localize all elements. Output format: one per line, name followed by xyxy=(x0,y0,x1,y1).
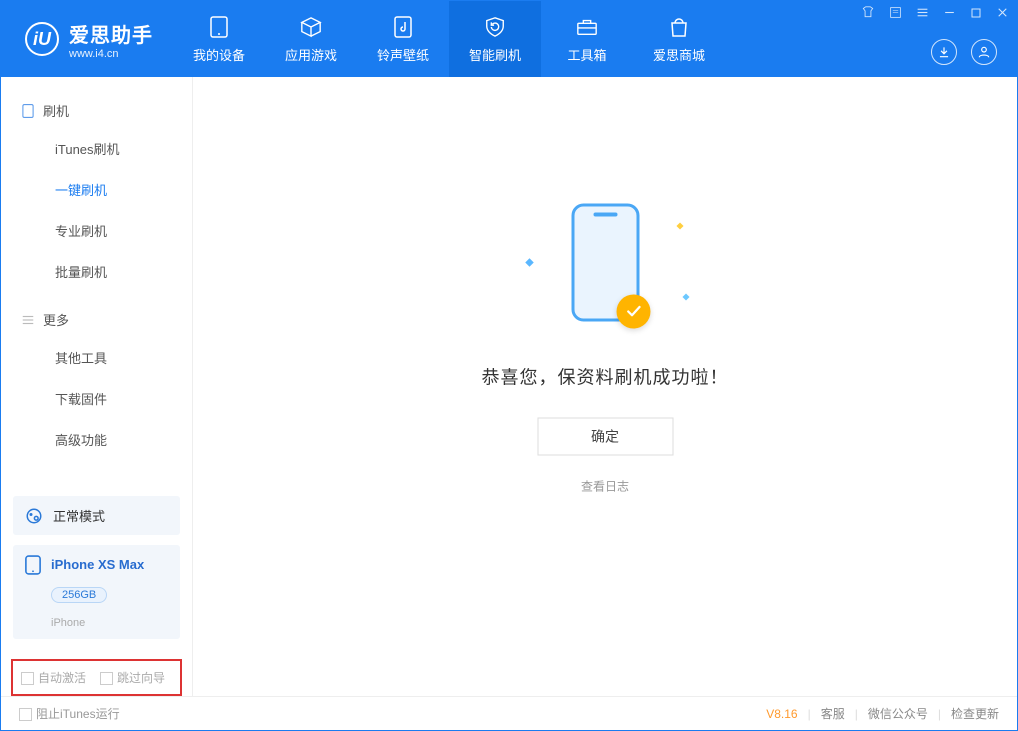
app-window: iU 爱思助手 www.i4.cn 我的设备 应用游戏 xyxy=(0,0,1018,731)
top-nav: 我的设备 应用游戏 铃声壁纸 智能刷机 xyxy=(173,1,725,77)
header-actions xyxy=(931,39,997,65)
device-panel: 正常模式 iPhone XS Max 256GB iPhone xyxy=(1,486,192,659)
ok-button[interactable]: 确定 xyxy=(537,418,673,456)
side-group-more: 更多 其他工具 下载固件 高级功能 xyxy=(1,302,192,460)
side-item-firmware[interactable]: 下载固件 xyxy=(1,378,192,419)
nav-label: 应用游戏 xyxy=(285,45,337,64)
side-item-advanced[interactable]: 高级功能 xyxy=(1,419,192,460)
nav-flash[interactable]: 智能刷机 xyxy=(449,1,541,77)
success-message: 恭喜您，保资料刷机成功啦！ xyxy=(482,364,729,390)
account-button[interactable] xyxy=(971,39,997,65)
bag-icon xyxy=(667,15,691,39)
phone-illustration-icon xyxy=(571,204,639,322)
phone-icon xyxy=(21,104,35,118)
skip-guide-checkbox[interactable]: 跳过向导 xyxy=(100,669,165,686)
titlebar: iU 爱思助手 www.i4.cn 我的设备 应用游戏 xyxy=(1,1,1017,77)
body: 刷机 iTunes刷机 一键刷机 专业刷机 批量刷机 更多 其他工具 xyxy=(1,77,1017,696)
app-logo: iU 爱思助手 www.i4.cn xyxy=(1,1,173,77)
success-panel: 恭喜您，保资料刷机成功啦！ 确定 查看日志 xyxy=(482,204,729,495)
sparkle-icon xyxy=(682,294,689,301)
nav-tools[interactable]: 工具箱 xyxy=(541,1,633,77)
side-item-pro[interactable]: 专业刷机 xyxy=(1,210,192,251)
nav-label: 爱思商城 xyxy=(653,45,705,64)
footer-link-wechat[interactable]: 微信公众号 xyxy=(868,705,928,722)
device-storage: 256GB xyxy=(51,587,107,603)
nav-label: 智能刷机 xyxy=(469,45,521,64)
window-controls xyxy=(861,5,1009,24)
minimize-icon[interactable] xyxy=(943,6,956,24)
app-name: 爱思助手 xyxy=(69,19,153,48)
side-item-batch[interactable]: 批量刷机 xyxy=(1,251,192,292)
auto-activate-checkbox[interactable]: 自动激活 xyxy=(21,669,86,686)
more-icon xyxy=(21,313,35,327)
side-group-flash: 刷机 iTunes刷机 一键刷机 专业刷机 批量刷机 xyxy=(1,93,192,292)
device-type: iPhone xyxy=(51,617,168,629)
nav-device[interactable]: 我的设备 xyxy=(173,1,265,77)
side-group-title: 更多 xyxy=(43,310,69,329)
refresh-shield-icon xyxy=(483,15,507,39)
block-itunes-checkbox[interactable]: 阻止iTunes运行 xyxy=(19,705,120,722)
check-badge-icon xyxy=(616,295,650,329)
success-illustration xyxy=(520,204,690,334)
side-item-oneclick[interactable]: 一键刷机 xyxy=(1,169,192,210)
side-header: 更多 xyxy=(1,302,192,337)
note-icon[interactable] xyxy=(889,6,902,24)
menu-icon[interactable] xyxy=(916,6,929,24)
device-box[interactable]: iPhone XS Max 256GB iPhone xyxy=(13,545,180,639)
device-name: iPhone XS Max xyxy=(51,557,144,572)
mode-icon xyxy=(25,507,43,525)
side-group-title: 刷机 xyxy=(43,101,69,120)
version-label: V8.16 xyxy=(766,707,797,721)
download-button[interactable] xyxy=(931,39,957,65)
main-content: 恭喜您，保资料刷机成功啦！ 确定 查看日志 xyxy=(193,77,1017,696)
nav-media[interactable]: 铃声壁纸 xyxy=(357,1,449,77)
footer-link-update[interactable]: 检查更新 xyxy=(951,705,999,722)
footer-link-support[interactable]: 客服 xyxy=(821,705,845,722)
mode-label: 正常模式 xyxy=(53,506,105,525)
nav-label: 铃声壁纸 xyxy=(377,45,429,64)
sparkle-icon xyxy=(676,223,683,230)
options-row: 自动激活 跳过向导 xyxy=(11,659,182,696)
app-url: www.i4.cn xyxy=(69,48,153,60)
maximize-icon[interactable] xyxy=(970,6,982,24)
phone-icon xyxy=(207,15,231,39)
side-item-other[interactable]: 其他工具 xyxy=(1,337,192,378)
nav-label: 工具箱 xyxy=(567,45,606,64)
cube-icon xyxy=(299,15,323,39)
nav-label: 我的设备 xyxy=(193,45,245,64)
mode-box[interactable]: 正常模式 xyxy=(13,496,180,535)
side-header: 刷机 xyxy=(1,93,192,128)
device-icon xyxy=(25,555,43,573)
nav-store[interactable]: 爱思商城 xyxy=(633,1,725,77)
side-item-itunes[interactable]: iTunes刷机 xyxy=(1,128,192,169)
close-icon[interactable] xyxy=(996,6,1009,24)
shirt-icon[interactable] xyxy=(861,5,875,24)
toolbox-icon xyxy=(575,15,599,39)
sidebar: 刷机 iTunes刷机 一键刷机 专业刷机 批量刷机 更多 其他工具 xyxy=(1,77,193,696)
sparkle-icon xyxy=(525,259,533,267)
logo-icon: iU xyxy=(25,22,59,56)
statusbar: 阻止iTunes运行 V8.16 | 客服 | 微信公众号 | 检查更新 xyxy=(1,696,1017,730)
music-file-icon xyxy=(391,15,415,39)
nav-apps[interactable]: 应用游戏 xyxy=(265,1,357,77)
view-log-link[interactable]: 查看日志 xyxy=(482,478,729,495)
